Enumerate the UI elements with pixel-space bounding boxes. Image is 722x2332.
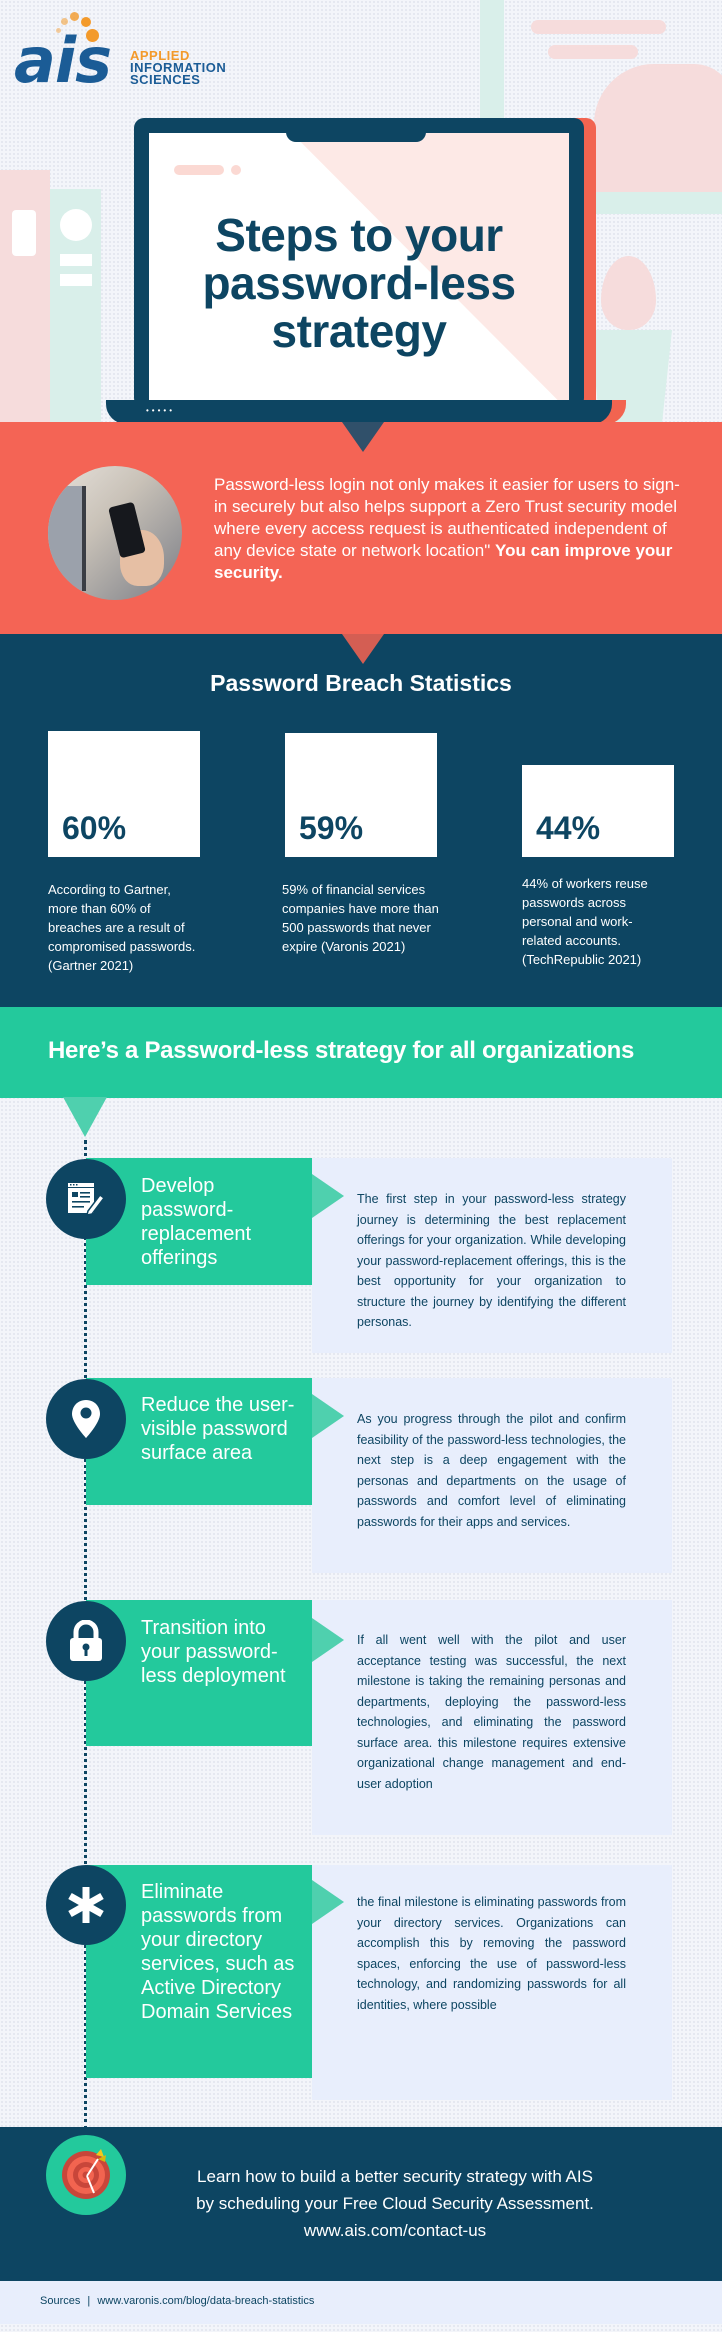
sources-label: Sources <box>40 2295 81 2307</box>
document-edit-icon <box>46 1159 126 1239</box>
step-title: Reduce the user-visible password surface… <box>141 1394 295 1464</box>
title-line-1: Steps to your <box>215 209 503 261</box>
decorative-mountain <box>594 64 722 194</box>
stats-title: Password Breach Statistics <box>210 670 512 696</box>
strategy-banner: Here’s a Password-less strategy for all … <box>0 1007 722 1098</box>
title-line-3: strategy <box>271 305 447 357</box>
sources-separator: | <box>87 2295 91 2307</box>
title-line-2: password-less <box>202 257 516 309</box>
step-pointer <box>312 1880 344 1924</box>
cta-line-1: Learn how to build a better security str… <box>197 2167 593 2186</box>
logo-mark: ais <box>14 24 112 97</box>
sources-link[interactable]: www.varonis.com/blog/data-breach-statist… <box>97 2295 314 2307</box>
decorative-book-pink <box>0 170 50 422</box>
hero-section: ais APPLIED INFORMATION SCIENCES Steps t… <box>0 0 722 422</box>
sources-footer: Sources | www.varonis.com/blog/data-brea… <box>0 2281 722 2324</box>
step-body: As you progress through the pilot and co… <box>357 1412 626 1529</box>
decorative-pole <box>480 0 504 130</box>
location-pin-icon <box>46 1379 126 1459</box>
decorative-book-mint <box>50 189 101 422</box>
logo-wordmark: APPLIED INFORMATION SCIENCES <box>130 49 226 87</box>
padlock-icon <box>46 1601 126 1681</box>
step-pointer <box>312 1174 344 1218</box>
stat-box: 60% <box>48 731 200 857</box>
stat-description: 44% of workers reuse passwords across pe… <box>522 876 648 967</box>
stat-box: 59% <box>285 733 437 857</box>
stat-description: According to Gartner, more than 60% of b… <box>48 882 196 973</box>
cta-section: Learn how to build a better security str… <box>0 2127 722 2281</box>
laptop-screen: Steps to your password-less strategy <box>149 133 569 403</box>
laptop-illustration: Steps to your password-less strategy <box>134 118 584 408</box>
smartphone-photo <box>48 466 182 600</box>
section-pointer <box>63 1097 107 1137</box>
step-body: The first step in your password-less str… <box>357 1192 626 1329</box>
cta-text: Learn how to build a better security str… <box>160 2163 630 2244</box>
laptop-base: ••••• <box>106 400 612 422</box>
section-pointer <box>342 634 384 664</box>
step-body: If all went well with the pilot and user… <box>357 1633 626 1791</box>
contact-link[interactable]: www.ais.com/contact-us <box>160 2217 630 2244</box>
step-body: the final milestone is eliminating passw… <box>357 1895 626 2012</box>
intro-section: Password-less login not only makes it ea… <box>0 422 722 634</box>
step-title: Develop password-replacement offerings <box>141 1175 252 1269</box>
strategy-title: Here’s a Password-less strategy for all … <box>48 1037 635 1064</box>
page-title: Steps to your password-less strategy <box>149 211 569 355</box>
logo-line-sciences: SCIENCES <box>130 72 201 87</box>
step-title: Transition into your password-less deplo… <box>141 1617 286 1687</box>
ais-logo[interactable]: ais APPLIED INFORMATION SCIENCES <box>14 6 274 96</box>
stat-value: 60% <box>62 810 127 846</box>
stat-description: 59% of financial services companies have… <box>282 882 439 954</box>
step-pointer <box>312 1618 344 1662</box>
stat-box: 44% <box>522 765 674 857</box>
section-pointer <box>342 422 384 452</box>
step-title: Eliminate passwords from your directory … <box>141 1881 295 2023</box>
decorative-plant <box>601 256 656 330</box>
stat-value: 59% <box>299 810 364 846</box>
screen-decoration-pill <box>174 165 224 175</box>
laptop-leds: ••••• <box>146 406 176 415</box>
decorative-shelf <box>594 192 722 214</box>
decorative-cloud <box>531 20 666 34</box>
cta-line-2: by scheduling your Free Cloud Security A… <box>196 2194 594 2213</box>
stat-value: 44% <box>536 810 601 846</box>
screen-decoration-dot <box>231 165 241 175</box>
laptop-camera-notch <box>286 128 426 142</box>
stats-section: Password Breach Statistics 60% According… <box>0 634 722 1007</box>
sources-text: Sources | www.varonis.com/blog/data-brea… <box>40 2295 314 2307</box>
intro-text: Password-less login not only makes it ea… <box>214 474 684 584</box>
target-arrow-icon <box>46 2135 126 2215</box>
decorative-cloud <box>548 45 638 59</box>
asterisk-icon <box>46 1865 126 1945</box>
step-pointer <box>312 1394 344 1438</box>
